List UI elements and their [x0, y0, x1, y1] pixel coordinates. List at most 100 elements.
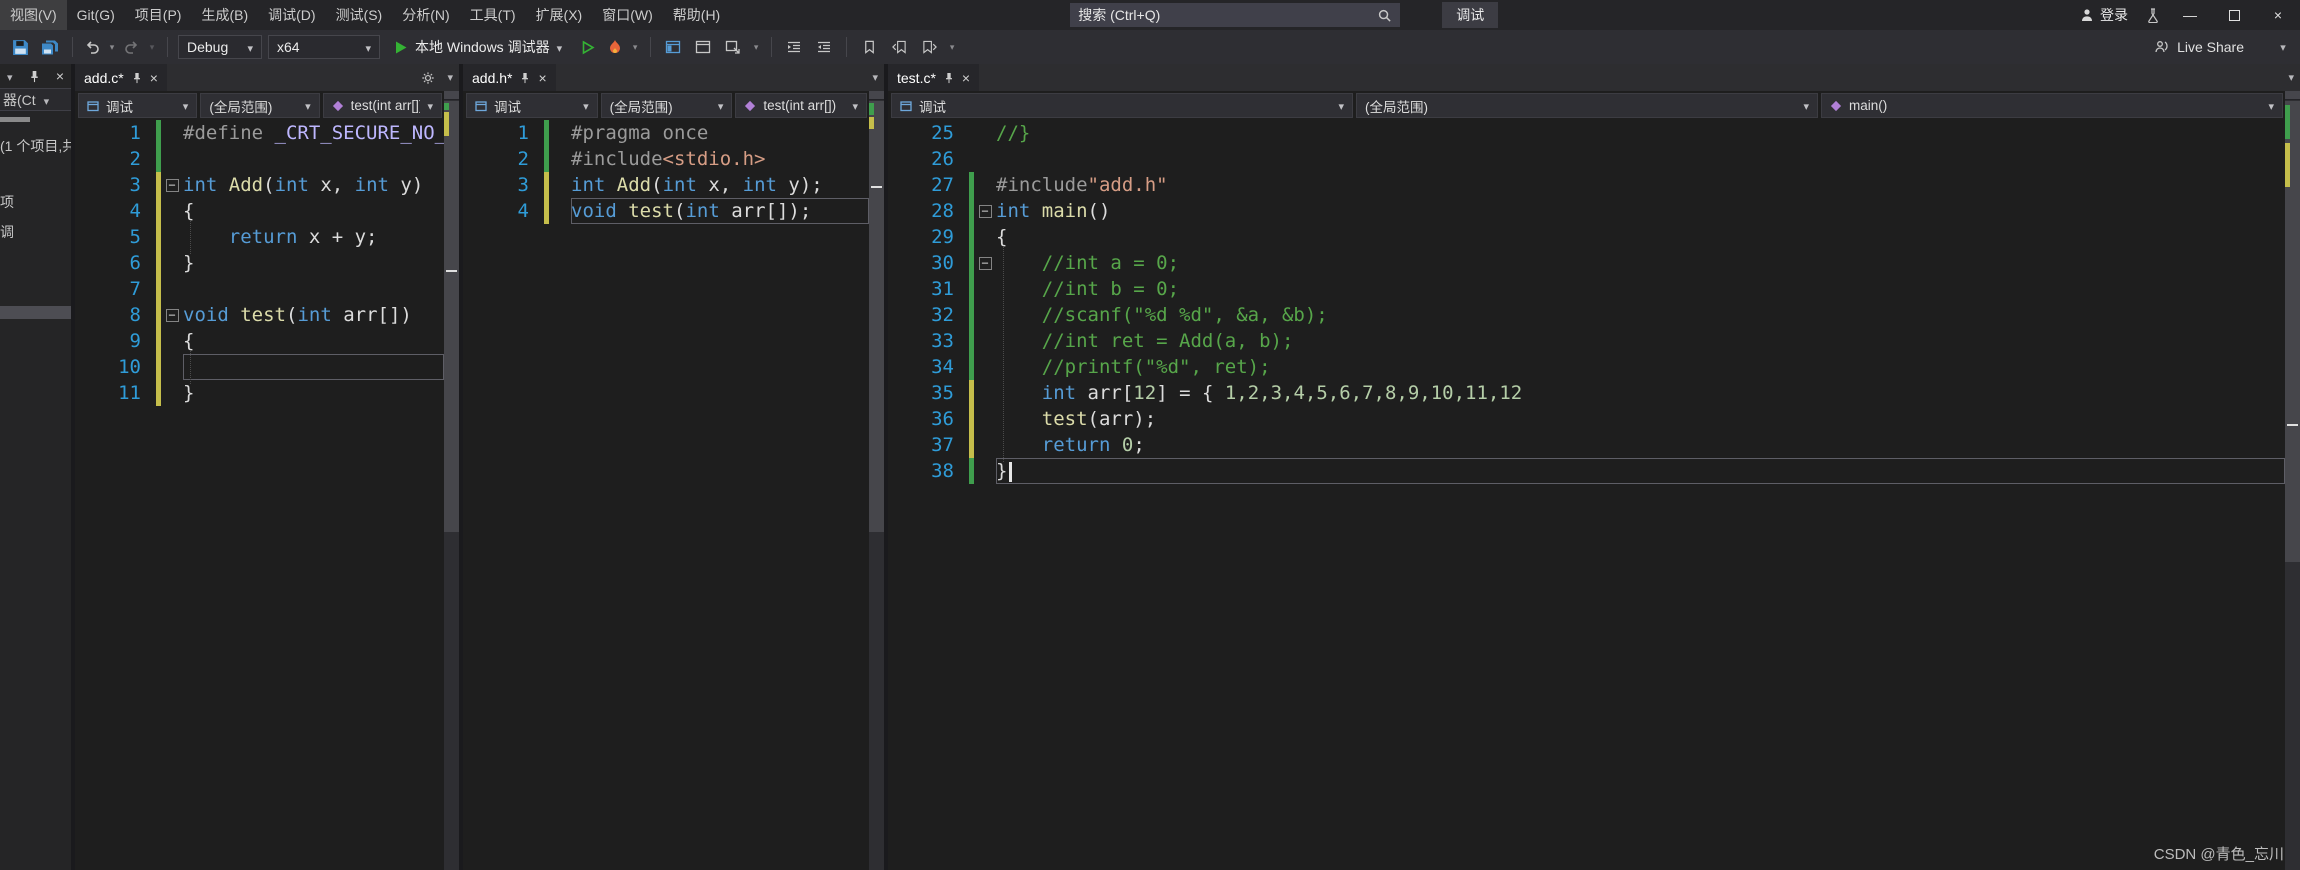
scrollbar-thumb[interactable] — [0, 117, 30, 122]
line-number[interactable]: 3 — [463, 172, 541, 198]
code-text[interactable]: void test(int arr[]); — [571, 198, 869, 224]
code-line[interactable]: 10 — [75, 354, 444, 380]
code-line[interactable]: 2 — [75, 146, 444, 172]
code-text[interactable]: //int ret = Add(a, b); — [996, 328, 2285, 354]
menu-item[interactable]: 窗口(W) — [592, 0, 663, 30]
scope-dropdown[interactable]: (全局范围) — [1356, 93, 1818, 118]
line-number[interactable]: 27 — [888, 172, 966, 198]
code-text[interactable]: int main() — [996, 198, 2285, 224]
line-number[interactable]: 32 — [888, 302, 966, 328]
member-dropdown[interactable]: main() — [1821, 93, 2283, 118]
code-text[interactable]: return 0; — [996, 432, 2285, 458]
code-line[interactable]: 7 — [75, 276, 444, 302]
code-line[interactable]: 38} — [888, 458, 2285, 484]
scrollbar-thumb[interactable] — [444, 101, 459, 532]
scope-dropdown[interactable]: (全局范围) — [200, 93, 319, 118]
start-without-debugging-icon[interactable] — [576, 34, 600, 60]
code-text[interactable]: #pragma once — [571, 120, 869, 146]
code-line[interactable]: 28int main() — [888, 198, 2285, 224]
pin-icon[interactable] — [520, 72, 530, 84]
code-text[interactable]: //int a = 0; — [996, 250, 2285, 276]
close-icon[interactable]: × — [962, 71, 970, 85]
line-number[interactable]: 31 — [888, 276, 966, 302]
code-editor[interactable]: 1#pragma once2#include<stdio.h>3int Add(… — [463, 120, 884, 870]
collapse-icon[interactable] — [166, 179, 179, 192]
project-dropdown[interactable]: 调试 — [78, 93, 197, 118]
code-text[interactable]: //int b = 0; — [996, 276, 2285, 302]
code-line[interactable]: 27#include"add.h" — [888, 172, 2285, 198]
line-number[interactable]: 36 — [888, 406, 966, 432]
code-line[interactable]: 33 //int ret = Add(a, b); — [888, 328, 2285, 354]
line-number[interactable]: 6 — [75, 250, 153, 276]
line-number[interactable]: 38 — [888, 458, 966, 484]
tab-overflow-icon[interactable] — [441, 64, 459, 91]
code-line[interactable]: 4 void test(int arr[]); — [463, 198, 869, 224]
line-number[interactable]: 29 — [888, 224, 966, 250]
platform-dropdown[interactable]: x64 — [268, 35, 380, 59]
code-line[interactable]: 9{ — [75, 328, 444, 354]
line-number[interactable]: 8 — [75, 302, 153, 328]
project-dropdown[interactable]: 调试 — [466, 93, 598, 118]
code-text[interactable]: int Add(int x, int y); — [571, 172, 869, 198]
code-line[interactable]: 34 //printf("%d", ret); — [888, 354, 2285, 380]
chevron-down-icon[interactable] — [947, 42, 957, 53]
toggle-bookmark-icon[interactable] — [857, 34, 881, 60]
next-bookmark-icon[interactable] — [917, 34, 941, 60]
line-number[interactable]: 4 — [463, 198, 541, 224]
member-dropdown[interactable]: test(int arr[]) — [735, 93, 867, 118]
menu-item[interactable]: 生成(B) — [191, 0, 258, 30]
code-line[interactable]: 6} — [75, 250, 444, 276]
code-line[interactable]: 35 int arr[12] = { 1,2,3,4,5,6,7,8,9,10,… — [888, 380, 2285, 406]
live-share-button[interactable]: Live Share — [2154, 39, 2268, 55]
vertical-scrollbar[interactable] — [444, 91, 459, 870]
line-number[interactable]: 30 — [888, 250, 966, 276]
indent-decrease-icon[interactable] — [782, 34, 806, 60]
line-number[interactable]: 10 — [75, 354, 153, 380]
solution-search-input[interactable]: 器(Ct — [0, 88, 71, 111]
line-number[interactable]: 7 — [75, 276, 153, 302]
flask-icon[interactable] — [2138, 8, 2168, 23]
vertical-scrollbar[interactable] — [869, 91, 884, 870]
close-icon[interactable]: × — [538, 71, 546, 85]
redo-icon[interactable] — [123, 34, 141, 60]
code-line[interactable]: 36 test(arr); — [888, 406, 2285, 432]
code-line[interactable]: 1#define _CRT_SECURE_NO_WARNINGS — [75, 120, 444, 146]
code-editor[interactable]: 25//}2627#include"add.h"28int main()29{3… — [888, 120, 2300, 870]
member-dropdown[interactable]: test(int arr[]) — [323, 93, 442, 118]
close-button[interactable]: × — [2256, 0, 2300, 30]
code-line[interactable]: 3int Add(int x, int y) — [75, 172, 444, 198]
code-line[interactable]: 25//} — [888, 120, 2285, 146]
line-number[interactable]: 3 — [75, 172, 153, 198]
collapse-icon[interactable] — [979, 205, 992, 218]
save-all-icon[interactable] — [38, 34, 62, 60]
code-text[interactable] — [183, 276, 444, 302]
indent-increase-icon[interactable] — [812, 34, 836, 60]
sign-in-button[interactable]: 登录 — [2070, 5, 2138, 25]
line-number[interactable]: 4 — [75, 198, 153, 224]
line-number[interactable]: 25 — [888, 120, 966, 146]
code-text[interactable]: //printf("%d", ret); — [996, 354, 2285, 380]
code-text[interactable] — [183, 146, 444, 172]
previous-bookmark-icon[interactable] — [887, 34, 911, 60]
tab-test-c[interactable]: test.c* × — [888, 64, 979, 91]
window-icon[interactable] — [691, 34, 715, 60]
close-icon[interactable]: × — [56, 68, 64, 84]
collapse-icon[interactable] — [979, 257, 992, 270]
quick-search-input[interactable]: 搜索 (Ctrl+Q) — [1070, 3, 1400, 27]
tab-add-c[interactable]: add.c* × — [75, 64, 167, 91]
line-number[interactable]: 1 — [75, 120, 153, 146]
code-text[interactable] — [183, 354, 444, 380]
line-number[interactable]: 5 — [75, 224, 153, 250]
configuration-dropdown[interactable]: Debug — [178, 35, 262, 59]
code-editor[interactable]: 1#define _CRT_SECURE_NO_WARNINGS23int Ad… — [75, 120, 459, 870]
chevron-down-icon[interactable] — [630, 42, 640, 53]
tab-add-h[interactable]: add.h* × — [463, 64, 556, 91]
code-text[interactable]: } — [183, 250, 444, 276]
chevron-down-icon[interactable] — [7, 68, 13, 84]
start-debug-button[interactable]: 本地 Windows 调试器 — [386, 34, 570, 60]
pin-icon[interactable] — [29, 70, 40, 83]
code-line[interactable]: 8void test(int arr[]) — [75, 302, 444, 328]
code-line[interactable]: 3 int Add(int x, int y); — [463, 172, 869, 198]
menu-item[interactable]: 测试(S) — [326, 0, 393, 30]
menu-item[interactable]: 项目(P) — [125, 0, 192, 30]
